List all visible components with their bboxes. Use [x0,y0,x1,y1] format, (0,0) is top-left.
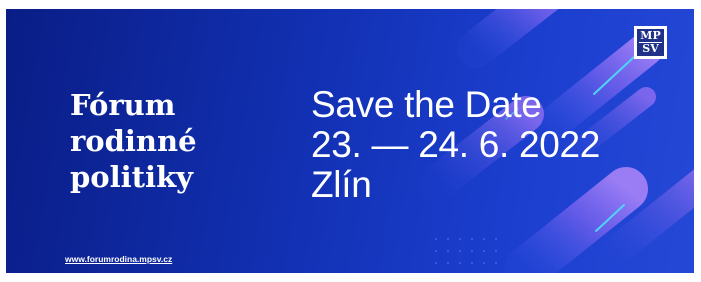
title-line: Fórum [70,88,176,122]
event-title: Fórum rodinné politiky [70,87,197,195]
mpsv-logo: MP SV [634,26,667,59]
save-the-date-heading: Save the Date [311,84,542,125]
event-location: Zlín [311,164,372,205]
logo-text-bottom: SV [642,42,659,55]
save-the-date-block: Save the Date 23. — 24. 6. 2022 Zlín [311,85,600,205]
title-line: rodinné [70,124,197,158]
event-banner: Fórum rodinné politiky Save the Date 23.… [6,9,694,273]
event-dates: 23. — 24. 6. 2022 [311,124,601,165]
title-line: politiky [70,160,194,194]
website-link[interactable]: www.forumrodina.mpsv.cz [65,254,172,264]
